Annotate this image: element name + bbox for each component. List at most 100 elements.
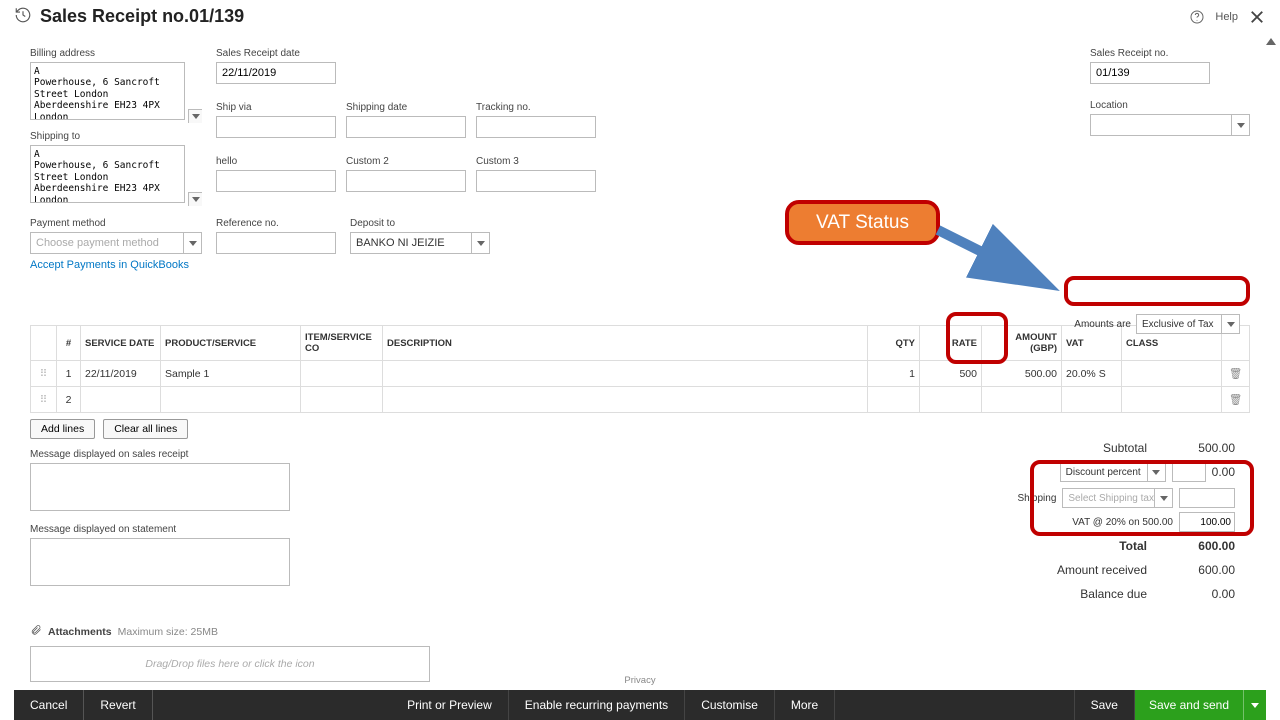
attachments-max: Maximum size: 25MB [118,626,218,638]
drag-handle-icon[interactable]: ⠿ [31,361,57,387]
trash-icon[interactable]: 🗑 [1222,361,1250,387]
custom3-label: Custom 3 [476,156,596,167]
paperclip-icon [30,623,42,640]
shipping-label: Shipping [998,493,1056,504]
cell-product[interactable] [161,387,301,413]
custom3-input[interactable] [476,170,596,192]
deposit-to-label: Deposit to [350,218,490,229]
titlebar: Sales Receipt no.01/139 Help [0,0,1280,38]
save-and-send-label: Save and send [1135,690,1244,720]
location-label: Location [1090,100,1250,111]
vat-calc-label: VAT @ 20% on 500.00 [975,517,1173,528]
save-button[interactable]: Save [1074,690,1135,720]
billing-address-expand[interactable] [188,109,202,123]
billing-address-label: Billing address [30,48,202,59]
reference-no-input[interactable] [216,232,336,254]
deposit-to-select[interactable]: BANKO NI JEIZIE [350,232,490,254]
cell-vat[interactable] [1062,387,1122,413]
col-rate: RATE [920,326,982,361]
cell-class[interactable] [1122,387,1222,413]
vat-amount-input[interactable] [1179,512,1235,532]
cell-item-code[interactable] [301,361,383,387]
custom1-input[interactable] [216,170,336,192]
shipping-date-input[interactable] [346,116,466,138]
amount-received-label: Amount received [975,563,1159,577]
custom2-input[interactable] [346,170,466,192]
totals-panel: Subtotal500.00 Discount percent 0.00 Shi… [975,436,1235,606]
amounts-are-label: Amounts are [1074,319,1131,330]
discount-type-select[interactable]: Discount percent [1060,462,1166,482]
privacy-link[interactable]: Privacy [0,675,1280,686]
drag-handle-icon[interactable]: ⠿ [31,387,57,413]
reference-no-label: Reference no. [216,218,336,229]
tracking-no-label: Tracking no. [476,102,596,113]
cell-description[interactable] [383,361,868,387]
customise-button[interactable]: Customise [685,690,775,720]
receipt-date-label: Sales Receipt date [216,48,336,59]
close-button[interactable] [1248,8,1266,26]
receipt-date-input[interactable] [216,62,336,84]
accept-payments-link[interactable]: Accept Payments in QuickBooks [30,254,202,271]
location-select[interactable] [1090,114,1250,136]
line-items-table: # SERVICE DATE PRODUCT/SERVICE ITEM/SERV… [30,325,1250,413]
annotation-callout: VAT Status [785,200,940,245]
cell-qty[interactable]: 1 [868,361,920,387]
deposit-to-value: BANKO NI JEIZIE [356,237,445,249]
balance-due-label: Balance due [975,587,1159,601]
col-service-date: SERVICE DATE [81,326,161,361]
amounts-are-select[interactable]: Exclusive of Tax [1136,314,1240,334]
msg-statement-input[interactable] [30,538,290,586]
trash-icon[interactable]: 🗑 [1222,387,1250,413]
amounts-are-value: Exclusive of Tax [1142,319,1214,330]
cell-rate[interactable]: 500 [920,361,982,387]
receipt-no-input[interactable] [1090,62,1210,84]
shipping-amount-input[interactable] [1179,488,1235,508]
col-description: DESCRIPTION [383,326,868,361]
amount-received-value: 600.00 [1159,563,1235,577]
add-lines-button[interactable]: Add lines [30,419,95,439]
discount-percent-input[interactable] [1172,462,1206,482]
print-preview-button[interactable]: Print or Preview [391,690,509,720]
cell-qty[interactable] [868,387,920,413]
cell-amount[interactable]: 500.00 [982,361,1062,387]
history-icon[interactable] [14,6,32,27]
save-and-send-dropdown[interactable] [1244,703,1266,708]
cancel-button[interactable]: Cancel [14,690,84,720]
cell-service-date[interactable] [81,387,161,413]
cell-description[interactable] [383,387,868,413]
table-row[interactable]: ⠿2🗑 [31,387,1250,413]
cell-vat[interactable]: 20.0% S [1062,361,1122,387]
revert-button[interactable]: Revert [84,690,152,720]
shipping-tax-select[interactable]: Select Shipping tax [1062,488,1173,508]
tracking-no-input[interactable] [476,116,596,138]
col-qty: QTY [868,326,920,361]
payment-method-select[interactable]: Choose payment method [30,232,202,254]
col-amount: AMOUNT (GBP) [982,326,1062,361]
shipping-to-expand[interactable] [188,192,202,206]
msg-statement-label: Message displayed on statement [30,524,290,535]
shipping-to-input[interactable] [30,145,185,203]
attachments-label: Attachments [48,626,112,638]
cell-service-date[interactable]: 22/11/2019 [81,361,161,387]
cell-class[interactable] [1122,361,1222,387]
ship-via-input[interactable] [216,116,336,138]
ship-via-label: Ship via [216,102,336,113]
msg-receipt-input[interactable] [30,463,290,511]
custom1-label: hello [216,156,336,167]
help-label[interactable]: Help [1215,11,1238,23]
billing-address-input[interactable] [30,62,185,120]
cell-rate[interactable] [920,387,982,413]
more-button[interactable]: More [775,690,835,720]
help-button[interactable] [1189,9,1205,25]
table-row[interactable]: ⠿122/11/2019Sample 11500500.0020.0% S🗑 [31,361,1250,387]
subtotal-label: Subtotal [975,441,1159,455]
show-existing-link[interactable]: Show existing [196,687,264,688]
cell-item-code[interactable] [301,387,383,413]
enable-recurring-button[interactable]: Enable recurring payments [509,690,685,720]
shipping-date-label: Shipping date [346,102,466,113]
cell-amount[interactable] [982,387,1062,413]
cell-product[interactable]: Sample 1 [161,361,301,387]
clear-lines-button[interactable]: Clear all lines [103,419,188,439]
col-num: # [57,326,81,361]
save-and-send-button[interactable]: Save and send [1135,690,1266,720]
